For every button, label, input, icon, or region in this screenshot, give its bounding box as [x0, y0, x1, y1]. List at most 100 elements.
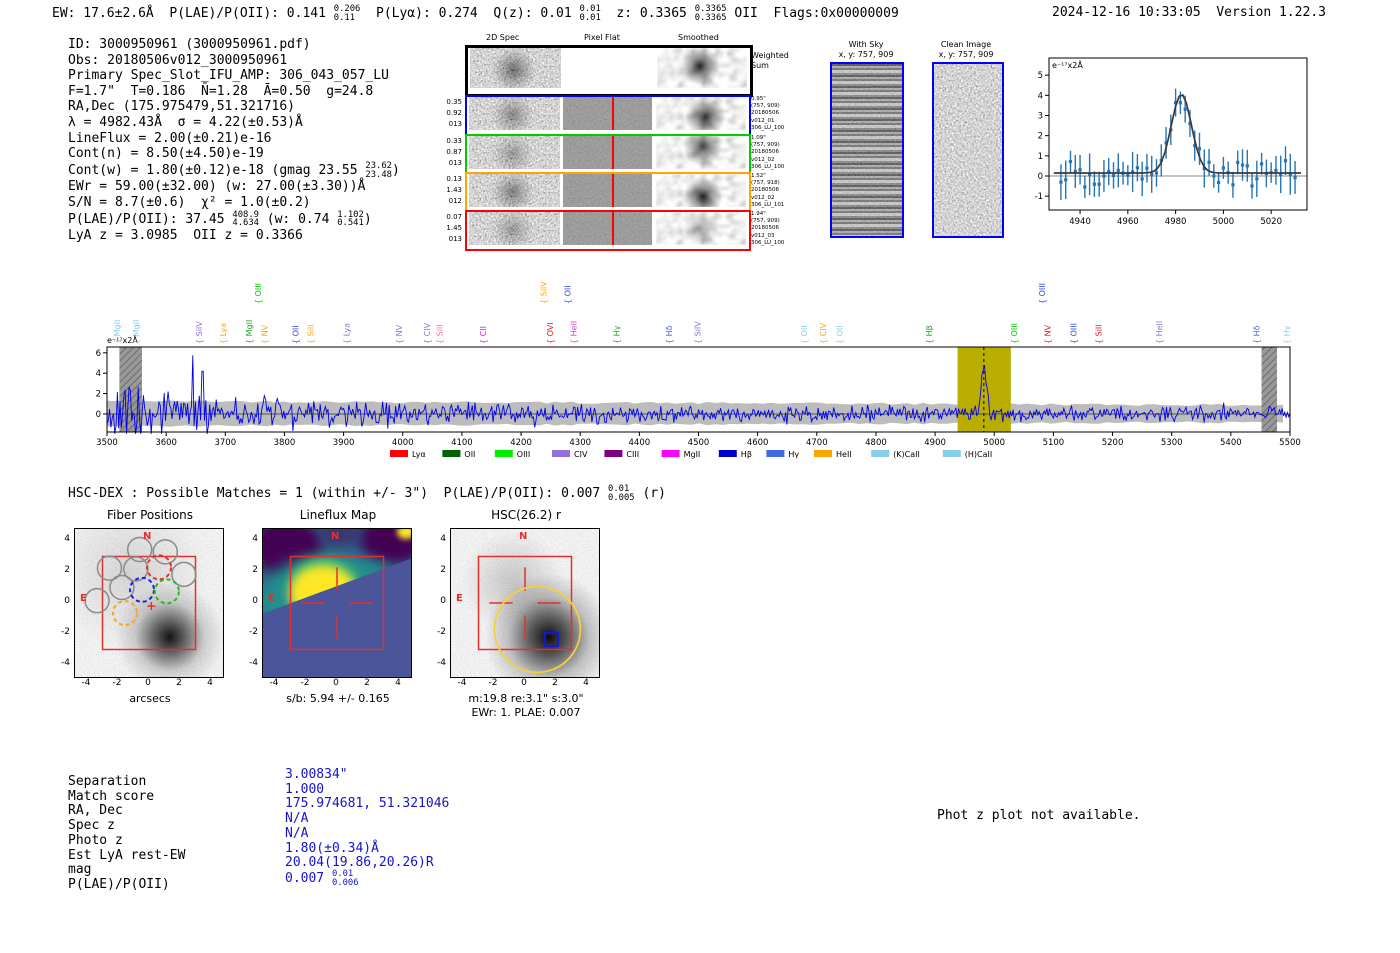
x-tick-label: 0: [145, 678, 151, 688]
cell-2dspec-blob: [469, 174, 560, 207]
match-table-label: Spec z: [68, 818, 115, 834]
emission-line-label: { OII: [291, 325, 300, 344]
svg-text:5: 5: [1038, 71, 1043, 81]
info-line: Cont(w) = 1.80(±0.12)e-18 (gmag 23.55 23…: [68, 160, 400, 180]
y-tick-label: -2: [249, 627, 258, 637]
y-tick-label: -4: [249, 658, 258, 668]
detection-info-block: ID: 3000950961 (3000950961.pdf) Obs: 2018…: [68, 37, 400, 244]
legend-swatch: [814, 450, 832, 457]
match-table-value: 1.000: [285, 781, 325, 797]
svg-text:3700: 3700: [214, 438, 236, 448]
fiberPanel-image: NE: [74, 528, 224, 678]
svg-text:4100: 4100: [451, 438, 473, 448]
cell-2dspec-blob: [469, 97, 560, 130]
compass-e: E: [80, 593, 87, 604]
match-table-value: N/A: [285, 811, 309, 827]
legend-label: (H)CaII: [965, 450, 992, 459]
x-tick-label: -4: [81, 678, 91, 688]
linefluxPanel-overlay: [289, 555, 385, 651]
info-line: LyA z = 3.0985 OII z = 0.3366: [68, 228, 303, 244]
cell-2dspec: [469, 174, 560, 207]
svg-text:3: 3: [1038, 111, 1043, 121]
emission-line-label: { SiII: [1095, 324, 1104, 344]
legend-label: (K)CaII: [893, 450, 920, 459]
stacked-fraction: 0.3365 0.3365: [694, 4, 727, 23]
match-table-label: RA, Dec: [68, 803, 123, 819]
cell-2dspec-blob: [470, 48, 561, 88]
svg-text:5400: 5400: [1220, 438, 1242, 448]
stacked-fraction: 0.01 0.005: [608, 484, 635, 503]
stacked-fraction: 0.01 0.01: [579, 4, 601, 23]
info-line: LineFlux = 2.00(±0.21)e-16: [68, 130, 272, 146]
emission-line-label: { HeII: [1155, 321, 1164, 344]
grid-row-4: [465, 210, 751, 251]
svg-text:4800: 4800: [865, 438, 887, 448]
x-tick-label: -4: [269, 678, 279, 688]
x-tick-label: 2: [364, 678, 370, 688]
match-table-value: 1.80(±0.34)Å: [285, 840, 379, 856]
x-tick-label: 2: [176, 678, 182, 688]
y-tick-label: -4: [61, 658, 70, 668]
cell-2dspec: [469, 212, 560, 245]
pixelflat-redline: [612, 212, 614, 245]
y-tick-label: 2: [252, 565, 258, 575]
svg-text:0: 0: [96, 410, 101, 420]
legend-label: CIV: [574, 450, 588, 459]
svg-text:6: 6: [96, 349, 101, 359]
emission-line-label: { OVI: [546, 322, 555, 344]
emission-line-label: { NV: [1044, 324, 1053, 344]
emission-line-label: { Hδ: [1252, 325, 1261, 344]
emission-line-label: { Hγ: [612, 325, 621, 344]
hscPanel-caption-0: m:19.8 re:3.1" s:3.0": [468, 692, 584, 705]
cell-smoothed-blob: [657, 48, 747, 88]
row-left-labels: 0.07 1.45 013: [446, 213, 462, 243]
svg-text:4: 4: [1038, 91, 1043, 101]
x-tick-label: 4: [207, 678, 213, 688]
svg-text:5020: 5020: [1260, 217, 1282, 227]
compass-n: N: [331, 531, 340, 542]
cell-pixelflat: [564, 48, 653, 88]
y-tick-label: 2: [440, 565, 446, 575]
grid-header-2dspec: 2D Spec: [486, 33, 520, 42]
emission-line-label: { OIII: [1070, 323, 1079, 344]
info-line: Primary Spec_Slot_IFU_AMP: 306_043_057_L…: [68, 68, 389, 84]
hsc-cutout-title: HSC(26.2) r: [491, 508, 561, 522]
pixelflat-redline: [612, 136, 614, 169]
fiber-positions-title: Fiber Positions: [106, 508, 194, 522]
emission-line-label: { SiIV: [540, 281, 549, 304]
cleanimage-image: [932, 62, 1004, 238]
y-tick-label: -2: [437, 627, 446, 637]
match-table-label: Match score: [68, 788, 155, 804]
withsky-noise: [832, 64, 902, 236]
svg-text:5000: 5000: [983, 438, 1005, 448]
grid-row-3: [465, 172, 751, 213]
legend-label: CIII: [626, 450, 639, 459]
compass-n: N: [519, 531, 528, 542]
match-table-value: 20.04(19.86,20.26)R: [285, 855, 434, 871]
info-line: P(LAE)/P(OII): 37.45 408.9 4.634 (w: 0.74…: [68, 209, 372, 229]
emission-line-label: { MgII: [113, 320, 122, 344]
emission-line-label: { HeII: [569, 321, 578, 344]
cell-pixelflat: [563, 97, 652, 130]
svg-text:3800: 3800: [274, 438, 296, 448]
hsc-cutout-panel: HSC(26.2) r N E -4 -4 -2 -2 0 0 2 2 4 4 m:19.8 re:3.…: [428, 508, 624, 738]
emission-line-label: { Hβ: [925, 325, 934, 344]
svg-text:4: 4: [96, 369, 101, 379]
legend-label: MgII: [684, 450, 701, 459]
cell-2dspec: [469, 97, 560, 130]
hscPanel-image: NE: [450, 528, 600, 678]
emission-line-label: { MgII: [132, 320, 141, 344]
compass-e: E: [268, 593, 275, 604]
svg-text:3600: 3600: [155, 438, 177, 448]
cell-pixelflat: [563, 136, 652, 169]
cell-smoothed-blob: [656, 174, 746, 207]
photz-note: Phot z plot not available.: [937, 808, 1141, 823]
svg-text:0: 0: [1038, 172, 1043, 182]
emission-line-label: { CIV: [423, 322, 432, 344]
emission-line-label: { MgII: [245, 320, 254, 344]
svg-text:2: 2: [96, 390, 101, 400]
zoomed-line-plot: 4940 4960 4980 5000 5020 -1 0 1 2 3 4 5 e⁻¹⁷x2Å: [1035, 57, 1308, 227]
svg-text:3500: 3500: [96, 438, 118, 448]
match-table-value: 3.00834": [285, 767, 348, 782]
emission-line-label: { CIV: [819, 322, 828, 344]
